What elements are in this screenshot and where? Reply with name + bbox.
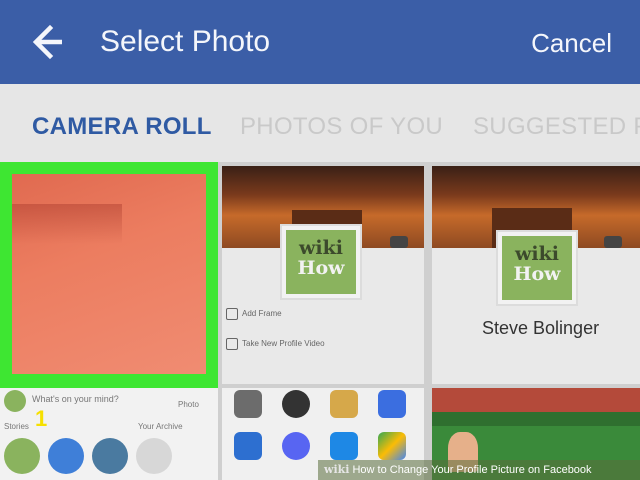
app-icon [282,390,310,418]
status-prompt: What's on your mind? [32,394,119,404]
step-number: 1 [35,406,48,431]
app-icon [234,432,262,460]
app-icon [330,390,358,418]
story-avatar [48,438,84,474]
photo-tile-3[interactable]: wiki How Steve Bolinger [432,166,640,384]
photo-tile-2[interactable]: wiki How Add Frame Take New Profile Vide… [222,166,424,384]
camera-icon [390,236,408,248]
app-icon [378,390,406,418]
logo-text-bottom: How [297,257,345,279]
photo-tile-selected[interactable] [0,162,218,388]
photo-grid: wiki How Add Frame Take New Profile Vide… [0,162,640,480]
top-bar: Select Photo Cancel [0,0,640,84]
menu-item-add-frame: Add Frame [242,309,282,318]
menu-item-profile-video: Take New Profile Video [242,339,325,348]
watermark-text: How to Change Your Profile Picture on Fa… [352,464,592,476]
photo-tile-4[interactable]: What's on your mind? Photo Stories Your … [0,388,218,480]
back-arrow-icon [32,24,62,60]
discord-icon [282,432,310,460]
download-icon [330,432,358,460]
story-avatar [92,438,128,474]
wikihow-logo: wiki How [502,236,572,300]
profile-picture-frame: wiki How [496,230,578,306]
page-title: Select Photo [100,25,271,58]
story-avatar [136,438,172,474]
stories-label: Stories [4,422,29,431]
watermark-bar: wiki How to Change Your Profile Picture o… [318,460,640,480]
watermark-brand: wiki [324,463,350,476]
field-banner [432,412,640,426]
tab-bar: CAMERA ROLL PHOTOS OF YOU SUGGESTED PI [0,84,640,163]
photo-thumbnail [12,174,206,374]
logo-text-top: wiki [515,243,559,265]
tab-suggested[interactable]: SUGGESTED PI [473,112,640,142]
frame-icon [226,308,238,320]
stadium-crowd [432,388,640,412]
archive-label: Your Archive [138,422,183,431]
drive-icon [378,432,406,460]
logo-text-top: wiki [299,237,343,259]
tab-photos-of-you[interactable]: PHOTOS OF YOU [240,112,443,142]
profile-picture-frame: wiki How [280,224,362,300]
profile-name: Steve Bolinger [482,318,600,338]
photo-label: Photo [178,400,199,409]
story-avatar [4,438,40,474]
camera-icon [604,236,622,248]
back-button[interactable] [30,24,70,60]
wikihow-logo: wiki How [286,230,356,294]
avatar [4,390,26,412]
tab-camera-roll[interactable]: CAMERA ROLL [32,112,212,142]
video-icon [226,338,238,350]
photo-shadow [12,204,122,244]
app-icon [234,390,262,418]
logo-text-bottom: How [513,263,561,285]
cancel-button[interactable]: Cancel [531,27,612,59]
